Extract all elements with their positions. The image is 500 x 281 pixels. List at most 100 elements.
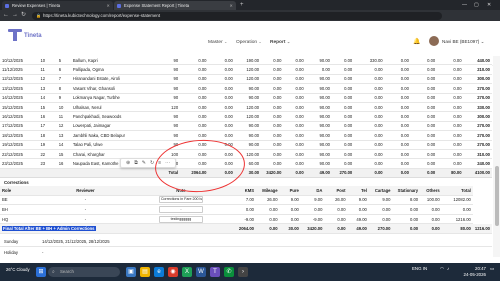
expense-cell: 120.00 [234,102,262,113]
scrollbar-thumb[interactable] [494,166,499,226]
correction-value-input[interactable]: 0.00 [300,204,325,215]
correction-value-input[interactable]: 0.00 [392,214,421,225]
correction-value-input[interactable]: 0.00 [256,204,280,215]
expense-cell: Lokmanya Nagar, Turbhe [70,93,150,103]
logo-text: Tineta [24,33,42,39]
nav-master[interactable]: Master ⌄ [208,39,227,45]
note-input[interactable]: - [158,206,203,214]
edge-icon[interactable]: e [154,267,164,277]
total-cell: 4100.00 [463,168,492,179]
expense-cell: 0.00 [354,74,385,85]
expense-cell: 0.00 [180,64,209,75]
expense-cell: 0.00 [261,74,284,85]
whatsapp-icon[interactable]: ✆ [224,267,234,277]
correction-value-input[interactable]: -9.00 [232,214,256,225]
expense-cell: 0.00 [410,74,438,85]
toolbar-tool-icon[interactable]: ↻ [150,160,154,166]
correction-value-input[interactable]: 0.00 [420,204,442,215]
nav-operation[interactable]: Operation ⌄ [236,39,262,45]
correction-value-input[interactable]: 0.00 [256,214,280,225]
toolbar-tool-icon[interactable]: ⧉ [134,160,138,166]
minimize-icon[interactable]: — [462,0,467,10]
expense-cell: 90 [149,93,181,103]
browser-tab-review-expenses[interactable]: Review Expenses | Tineta ✕ [2,1,113,10]
correction-value-input[interactable]: 100.00 [420,195,442,206]
expense-cell: 300.00 [463,111,492,122]
file-explorer-icon[interactable]: ▤ [140,267,150,277]
excel-icon[interactable]: X [182,267,192,277]
teams-icon[interactable]: T [210,267,220,277]
correction-value-input[interactable]: 0.00 [441,204,473,215]
lock-icon: 🔒 [36,12,41,18]
note-input[interactable]: Corrections in Fare 200 backups re [158,196,203,204]
toolbar-tool-icon[interactable]: ✎ [142,160,146,166]
correction-value-input[interactable]: 0.00 [324,214,348,225]
expense-cell: 0.00 [410,83,438,94]
back-icon[interactable]: ← [3,11,9,20]
correction-value-input[interactable]: 0.00 [232,204,256,215]
weather-widget[interactable]: 26°C Cloudy [6,267,30,272]
correction-value-input[interactable]: -9.00 [300,214,325,225]
correction-value-input[interactable]: 0.00 [368,204,393,215]
language-indicator[interactable]: ENG IN [412,266,427,272]
clock[interactable]: 20:47 24-05-2026 [456,266,486,278]
correction-value-input[interactable]: 0.00 [392,204,421,215]
expense-cell: 0.00 [384,111,411,122]
correction-value-input[interactable]: 0.00 [420,214,442,225]
chrome-icon[interactable]: ◉ [168,267,178,277]
start-icon[interactable]: ⊞ [36,267,46,277]
tab-close-icon[interactable]: ✕ [106,1,110,10]
expense-cell: 8 [56,83,71,94]
correction-value-input[interactable]: 0.00 [347,204,369,215]
user-name[interactable]: Navi BE (BE1097) ⌄ [442,39,484,45]
task-view-icon[interactable]: ▣ [126,267,136,277]
word-icon[interactable]: W [196,267,206,277]
expense-cell: 90.00 [234,83,262,94]
correction-value-input[interactable]: 0.00 [324,204,348,215]
expense-cell: 0.00 [437,83,464,94]
expense-row: 14/12/2025 14 9 Lokmanya Nagar, Turbhe 90 0.0… [0,93,492,103]
expense-cell: 0.00 [283,140,306,150]
browser-tab-expense-statement[interactable]: Expense Statement Report | Tineta ✕ [114,1,236,10]
wifi-icon[interactable]: ◠ [440,266,444,272]
correction-value-input[interactable]: 9.00 [368,195,393,206]
reviewer-cell: - [41,195,130,206]
tab-close-icon[interactable]: ✕ [229,1,233,10]
note-input[interactable]: testingggggg [158,215,203,223]
correction-value-input[interactable]: 12082.00 [441,195,473,206]
expense-cell: 0.00 [331,140,355,150]
url-input[interactable]: 🔒 https://tineta.kubictechnology.com/rep… [32,11,442,20]
expense-cell: 0.00 [354,158,385,169]
correction-value-input[interactable]: 0.00 [368,214,393,225]
toolbar-tool-icon[interactable]: ⊕ [126,160,130,166]
correction-value-input[interactable]: 8.00 [392,195,421,206]
correction-value-input[interactable]: 26.00 [324,195,348,206]
correction-value-input[interactable]: 9.00 [347,195,369,206]
correction-value-input[interactable]: 49.00 [347,214,369,225]
correction-value-input[interactable]: 7.00 [232,195,256,206]
taskbar-search-placeholder: Search [60,269,74,274]
notification-icon[interactable]: ▭ [490,266,494,272]
total-cell: 0.00 [354,168,385,179]
correction-value-input[interactable]: 9.00 [300,195,325,206]
window-close-icon[interactable]: ✕ [487,0,491,10]
bell-icon[interactable]: 🔔 [413,38,420,45]
correction-value-input[interactable]: 1216.00 [441,214,473,225]
avatar[interactable] [429,36,439,46]
reload-icon[interactable]: ↻ [21,11,26,20]
expense-cell: 23/12/2025 [0,158,39,169]
expense-cell: 0.00 [410,111,438,122]
new-tab-icon[interactable]: + [240,1,244,10]
expense-cell: 0.00 [354,149,385,160]
terminal-icon[interactable]: › [238,267,248,277]
correction-value-input[interactable]: 0.00 [279,214,301,225]
page-scrollbar[interactable] [493,56,500,257]
taskbar-search[interactable]: ⌕ Search [48,267,120,277]
correction-value-input[interactable]: 0.00 [279,204,301,215]
nav-report[interactable]: Report ⌄ [270,39,290,45]
volume-icon[interactable]: ♪ [447,266,449,272]
maximize-icon[interactable]: ▢ [474,0,479,10]
forward-icon[interactable]: → [12,11,18,20]
correction-value-input[interactable]: 9.00 [279,195,301,206]
correction-value-input[interactable]: 26.00 [256,195,280,206]
